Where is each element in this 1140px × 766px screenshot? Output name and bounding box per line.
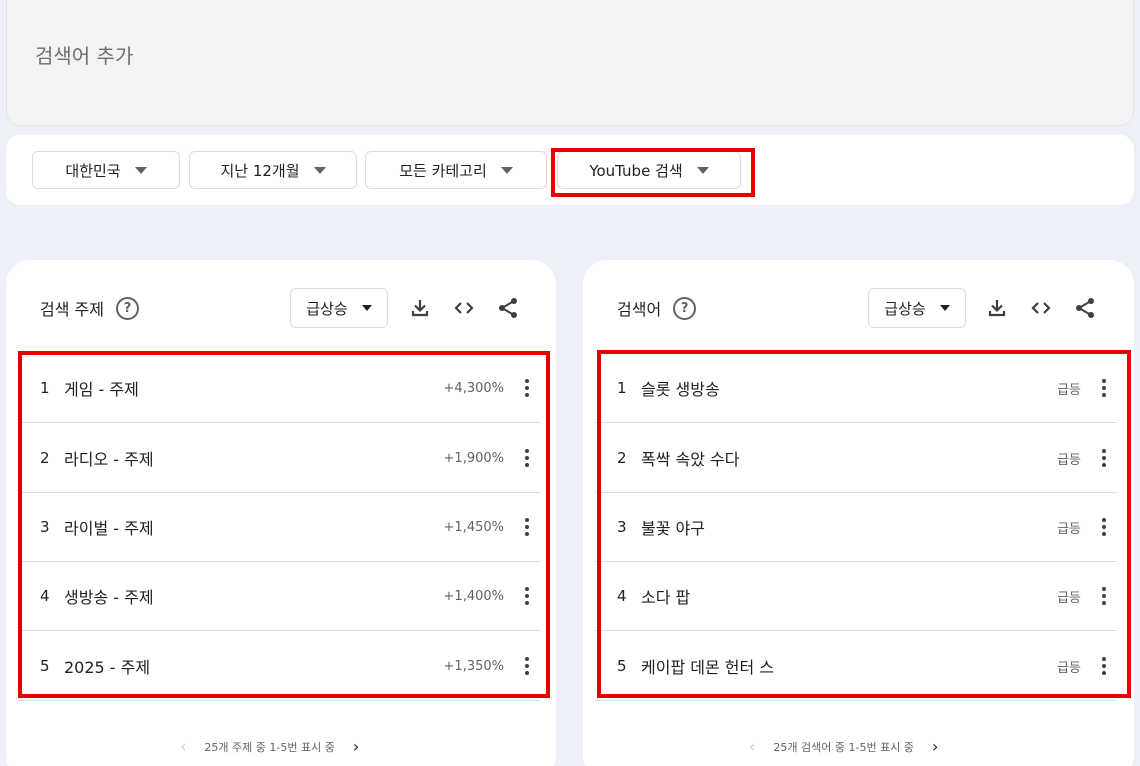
row-rank: 2 bbox=[40, 449, 50, 467]
row-rank: 1 bbox=[617, 379, 627, 397]
sort-dropdown[interactable]: 급상승 bbox=[868, 288, 966, 328]
dropdown-arrow-icon bbox=[134, 166, 147, 174]
more-icon[interactable] bbox=[524, 587, 530, 605]
download-icon[interactable] bbox=[985, 296, 1009, 320]
row-value: 급등 bbox=[1057, 590, 1081, 606]
row-rank: 5 bbox=[617, 657, 627, 675]
more-icon[interactable] bbox=[524, 657, 530, 675]
row-label[interactable]: 2025 - 주제 bbox=[64, 654, 150, 678]
more-icon[interactable] bbox=[524, 449, 530, 467]
row-value: +1,400% bbox=[443, 588, 504, 604]
row-label[interactable]: 폭싹 속았 수다 bbox=[641, 446, 740, 470]
row-value: +1,900% bbox=[443, 450, 504, 466]
pagination: ‹ 25개 검색어 중 1-5번 표시 중 › bbox=[749, 737, 938, 756]
more-icon[interactable] bbox=[1101, 449, 1107, 467]
search-placeholder: 검색어 추가 bbox=[35, 44, 134, 68]
row-label[interactable]: 케이팝 데몬 헌터 스 bbox=[641, 654, 774, 678]
table-row[interactable]: 1 게임 - 주제 +4,300% bbox=[18, 354, 540, 423]
dropdown-arrow-icon bbox=[500, 166, 513, 174]
queries-card: 검색어 ? 급상승 1 슬롯 생방송 급등 2 폭싹 속았 수다 급등 3 불꽃… bbox=[583, 260, 1134, 766]
more-icon[interactable] bbox=[524, 518, 530, 536]
row-value: +1,450% bbox=[443, 519, 504, 535]
pagination-label: 25개 주제 중 1-5번 표시 중 bbox=[204, 740, 335, 754]
table-row[interactable]: 3 불꽃 야구 급등 bbox=[595, 493, 1117, 562]
row-label[interactable]: 소다 팝 bbox=[641, 584, 690, 608]
time-range-dropdown[interactable]: 지난 12개월 bbox=[189, 151, 357, 189]
card-header: 검색 주제 ? bbox=[40, 296, 139, 320]
share-icon[interactable] bbox=[1073, 296, 1097, 320]
sort-label: 급상승 bbox=[884, 299, 926, 318]
category-dropdown[interactable]: 모든 카테고리 bbox=[365, 151, 547, 189]
row-value: +4,300% bbox=[443, 380, 504, 396]
search-property-label: YouTube 검색 bbox=[589, 161, 683, 180]
embed-icon[interactable] bbox=[1029, 296, 1053, 320]
row-value: 급등 bbox=[1057, 660, 1081, 676]
sort-dropdown[interactable]: 급상승 bbox=[290, 288, 388, 328]
dropdown-arrow-icon bbox=[313, 166, 326, 174]
card-header: 검색어 ? bbox=[617, 296, 697, 320]
row-rank: 3 bbox=[40, 518, 50, 536]
pagination-label: 25개 검색어 중 1-5번 표시 중 bbox=[773, 740, 914, 754]
row-value: 급등 bbox=[1057, 452, 1081, 468]
row-value: 급등 bbox=[1057, 521, 1081, 537]
more-icon[interactable] bbox=[524, 379, 530, 397]
row-value: +1,350% bbox=[443, 658, 504, 674]
sort-label: 급상승 bbox=[306, 299, 348, 318]
search-input[interactable]: 검색어 추가 bbox=[6, 0, 1134, 126]
region-label: 대한민국 bbox=[65, 161, 121, 180]
dropdown-arrow-icon bbox=[939, 305, 950, 311]
table-row[interactable]: 1 슬롯 생방송 급등 bbox=[595, 354, 1117, 423]
search-property-dropdown[interactable]: YouTube 검색 bbox=[557, 151, 741, 189]
row-rank: 3 bbox=[617, 518, 627, 536]
topics-card: 검색 주제 ? 급상승 1 게임 - 주제 +4,300% 2 라디오 - 주제… bbox=[6, 260, 556, 766]
row-label[interactable]: 게임 - 주제 bbox=[64, 376, 139, 400]
prev-page-icon[interactable]: ‹ bbox=[180, 737, 186, 756]
table-row[interactable]: 5 케이팝 데몬 헌터 스 급등 bbox=[595, 632, 1117, 701]
table-row[interactable]: 4 생방송 - 주제 +1,400% bbox=[18, 562, 540, 631]
next-page-icon[interactable]: › bbox=[932, 737, 938, 756]
table-row[interactable]: 5 2025 - 주제 +1,350% bbox=[18, 632, 540, 701]
table-row[interactable]: 3 라이벌 - 주제 +1,450% bbox=[18, 493, 540, 562]
table-row[interactable]: 2 라디오 - 주제 +1,900% bbox=[18, 424, 540, 493]
region-dropdown[interactable]: 대한민국 bbox=[32, 151, 180, 189]
row-label[interactable]: 불꽃 야구 bbox=[641, 515, 705, 539]
row-rank: 4 bbox=[617, 587, 627, 605]
card-title: 검색어 bbox=[617, 300, 662, 319]
embed-icon[interactable] bbox=[452, 296, 476, 320]
more-icon[interactable] bbox=[1101, 518, 1107, 536]
row-rank: 4 bbox=[40, 587, 50, 605]
row-rank: 1 bbox=[40, 379, 50, 397]
help-icon[interactable]: ? bbox=[673, 296, 697, 320]
more-icon[interactable] bbox=[1101, 379, 1107, 397]
dropdown-arrow-icon bbox=[696, 166, 709, 174]
row-rank: 5 bbox=[40, 657, 50, 675]
row-label[interactable]: 라이벌 - 주제 bbox=[64, 515, 154, 539]
more-icon[interactable] bbox=[1101, 657, 1107, 675]
next-page-icon[interactable]: › bbox=[353, 737, 359, 756]
table-row[interactable]: 4 소다 팝 급등 bbox=[595, 562, 1117, 631]
pagination: ‹ 25개 주제 중 1-5번 표시 중 › bbox=[180, 737, 359, 756]
dropdown-arrow-icon bbox=[361, 305, 372, 311]
table-row[interactable]: 2 폭싹 속았 수다 급등 bbox=[595, 424, 1117, 493]
prev-page-icon[interactable]: ‹ bbox=[749, 737, 755, 756]
more-icon[interactable] bbox=[1101, 587, 1107, 605]
row-label[interactable]: 슬롯 생방송 bbox=[641, 376, 720, 400]
share-icon[interactable] bbox=[496, 296, 520, 320]
download-icon[interactable] bbox=[408, 296, 432, 320]
category-label: 모든 카테고리 bbox=[399, 161, 487, 180]
row-value: 급등 bbox=[1057, 382, 1081, 398]
row-rank: 2 bbox=[617, 449, 627, 467]
row-label[interactable]: 생방송 - 주제 bbox=[64, 584, 154, 608]
filter-bar: 대한민국 지난 12개월 모든 카테고리 YouTube 검색 bbox=[6, 135, 1134, 205]
time-range-label: 지난 12개월 bbox=[220, 161, 300, 180]
card-title: 검색 주제 bbox=[40, 300, 104, 319]
row-label[interactable]: 라디오 - 주제 bbox=[64, 446, 154, 470]
help-icon[interactable]: ? bbox=[115, 296, 139, 320]
